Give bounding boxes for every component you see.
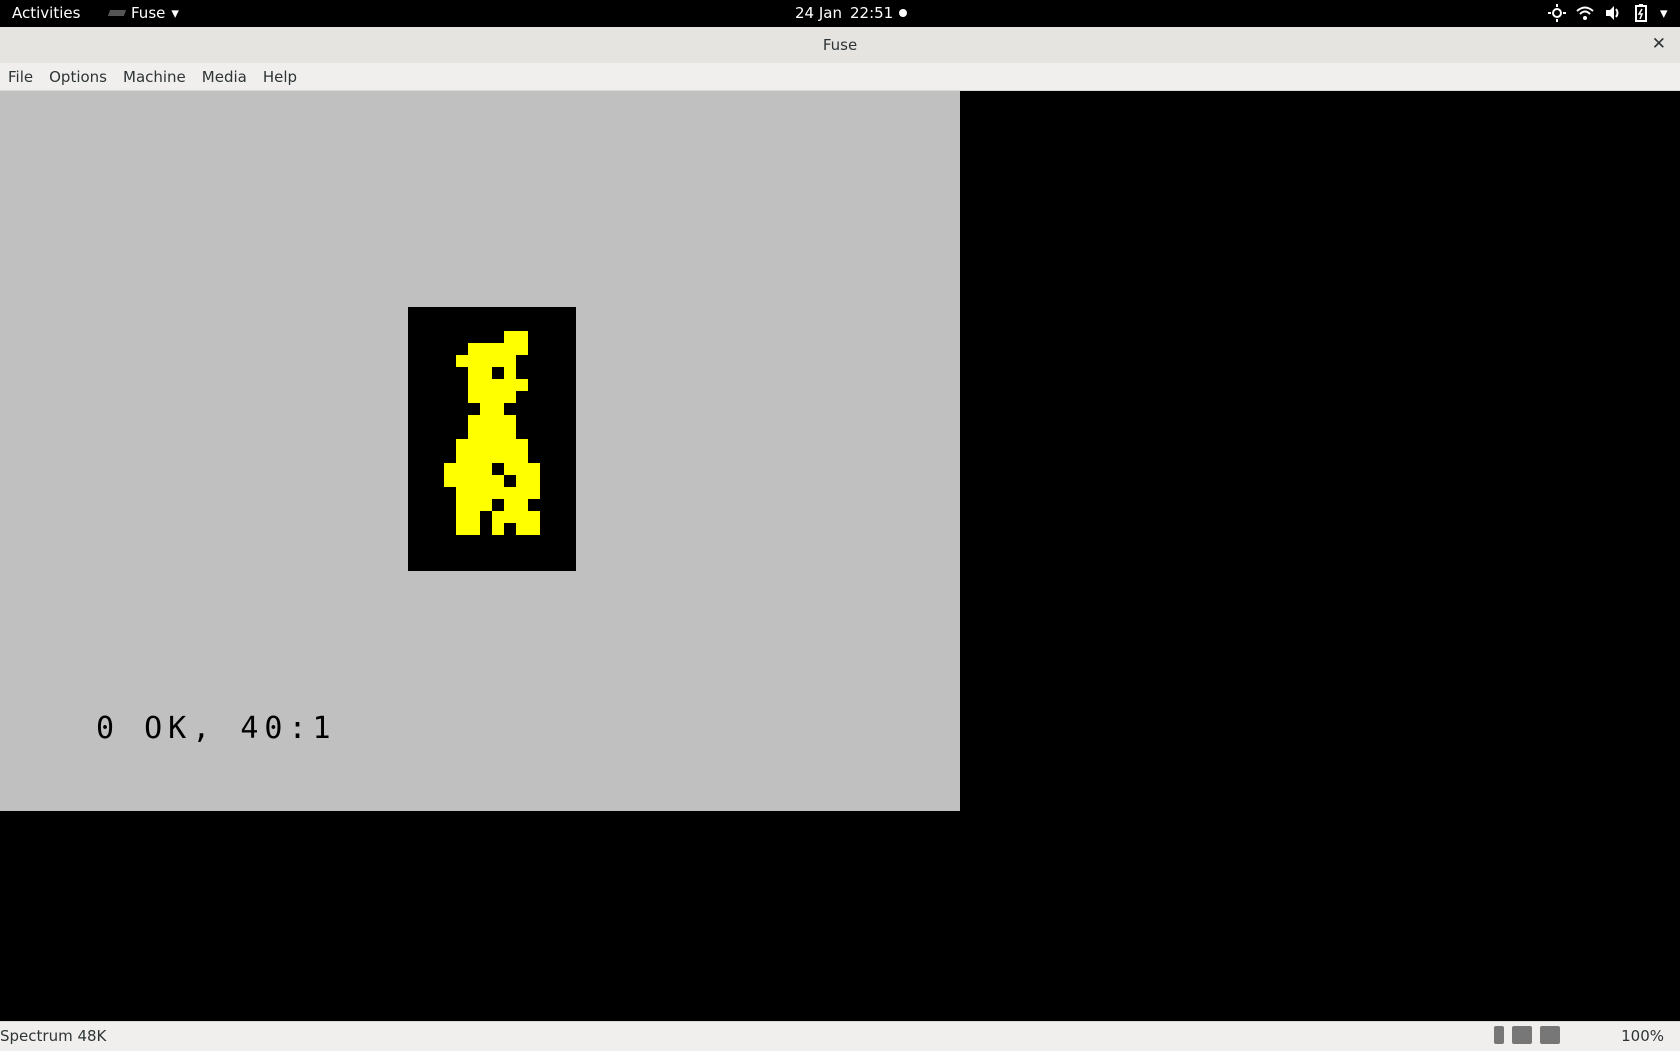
status-icons — [1494, 1026, 1560, 1044]
microdrive-icon — [1494, 1026, 1504, 1044]
brightness-icon — [1548, 4, 1566, 22]
top-bar: Activities Fuse ▾ 24 Jan 22:51 ▾ — [0, 0, 1680, 27]
title-bar[interactable]: Fuse ✕ — [0, 27, 1680, 64]
window-title: Fuse — [822, 36, 858, 54]
sprite-character — [408, 307, 576, 571]
chevron-down-icon: ▾ — [1660, 4, 1668, 22]
menu-media[interactable]: Media — [194, 68, 255, 86]
emulator-display[interactable]: 0 OK, 40:1 — [0, 91, 1680, 1021]
disk-icon — [1512, 1026, 1532, 1044]
menu-machine[interactable]: Machine — [115, 68, 194, 86]
machine-label: Spectrum 48K — [0, 1027, 107, 1045]
menu-options[interactable]: Options — [41, 68, 115, 86]
status-bar: Spectrum 48K 100% — [0, 1021, 1680, 1051]
basic-status-message: 0 OK, 40:1 — [96, 711, 337, 746]
wifi-icon — [1576, 4, 1594, 22]
app-menu-label: Fuse — [131, 4, 166, 22]
clock[interactable]: 24 Jan 22:51 — [795, 4, 893, 22]
menu-help[interactable]: Help — [255, 68, 305, 86]
tape-icon — [1540, 1026, 1560, 1044]
system-tray[interactable]: ▾ — [1548, 4, 1672, 22]
close-icon[interactable]: ✕ — [1652, 34, 1666, 54]
activities-button[interactable]: Activities — [12, 4, 80, 22]
app-menu[interactable]: Fuse ▾ — [109, 4, 179, 22]
fuse-window: Fuse ✕ File Options Machine Media Help 0… — [0, 27, 1680, 1051]
chevron-down-icon: ▾ — [171, 4, 179, 22]
notification-dot-icon — [899, 9, 907, 17]
spectrum-screen: 0 OK, 40:1 — [0, 91, 960, 811]
clock-date: 24 Jan — [795, 4, 842, 22]
battery-icon — [1632, 4, 1650, 22]
speed-indicator: 100% — [1621, 1027, 1664, 1045]
clock-time: 22:51 — [849, 4, 894, 22]
fuse-app-icon — [109, 8, 125, 18]
menu-file[interactable]: File — [0, 68, 41, 86]
menu-bar: File Options Machine Media Help — [0, 63, 1680, 91]
volume-icon — [1604, 4, 1622, 22]
